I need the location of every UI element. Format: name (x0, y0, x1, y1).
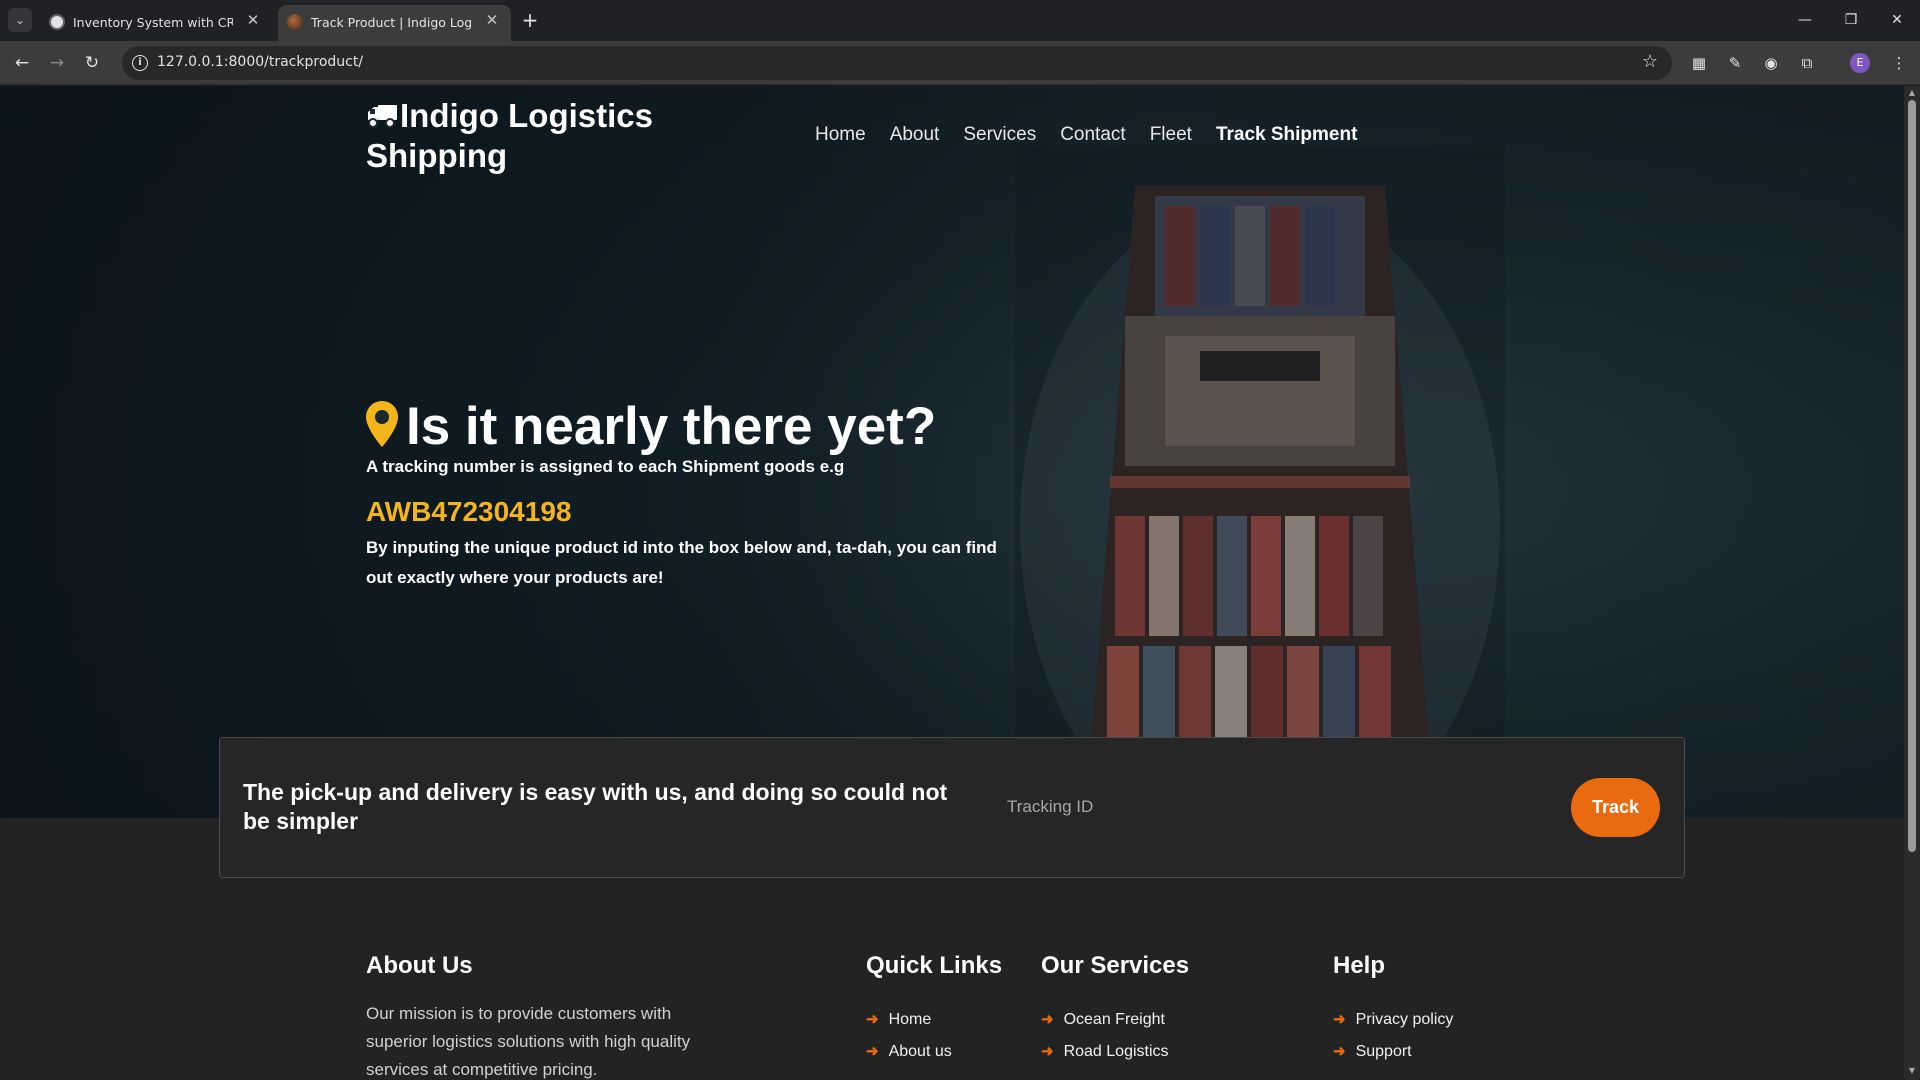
hero-instructions: By inputing the unique product id into t… (366, 538, 997, 587)
new-tab-button[interactable]: + (520, 6, 540, 34)
footer-link-label: About us (888, 1043, 952, 1060)
back-icon[interactable]: ← (8, 49, 36, 77)
profile-avatar[interactable]: E (1850, 53, 1870, 73)
browser-toolbar: ← → ↻ i 127.0.0.1:8000/trackproduct/ ☆ ▦… (0, 41, 1920, 85)
arrow-right-icon: ➜ (1041, 1043, 1054, 1060)
container-ship-image (1015, 146, 1505, 818)
reload-icon[interactable]: ↻ (78, 49, 106, 77)
tab-inventory[interactable]: Inventory System with CRUD ✕ (40, 5, 272, 41)
footer-link-label: Road Logistics (1063, 1043, 1169, 1060)
nav-fleet[interactable]: Fleet (1150, 124, 1192, 146)
browser-tab-bar: ⌄ Inventory System with CRUD ✕ Track Pro… (0, 0, 1920, 41)
forward-icon[interactable]: → (43, 49, 71, 77)
site-info-icon[interactable]: i (132, 55, 148, 71)
footer-link-label: Home (888, 1011, 932, 1028)
address-bar[interactable]: i 127.0.0.1:8000/trackproduct/ ☆ (122, 46, 1672, 80)
footer-about-title: About Us (366, 952, 473, 979)
footer-link-about[interactable]: ➜ About us (866, 1042, 952, 1061)
footer-help-title: Help (1333, 952, 1386, 979)
footer-quick-links-title: Quick Links (866, 952, 1003, 979)
truck-icon (366, 98, 398, 128)
hero-headline: Is it nearly there yet? (366, 396, 936, 457)
headline-text: Is it nearly there yet? (406, 397, 937, 456)
scroll-up-icon[interactable]: ▲ (1907, 88, 1917, 98)
close-tab-icon[interactable]: ✕ (244, 11, 262, 29)
tracking-id-input[interactable] (970, 776, 1440, 838)
footer-link-privacy[interactable]: ➜ Privacy policy (1333, 1010, 1453, 1029)
tab-title: Inventory System with CRUD (73, 15, 233, 30)
tab-favicon-icon (49, 14, 65, 30)
tab-title: Track Product | Indigo Logistics (311, 15, 471, 30)
footer-link-ocean-freight[interactable]: ➜ Ocean Freight (1041, 1010, 1165, 1029)
hero-intro: A tracking number is assigned to each Sh… (366, 457, 845, 476)
footer-link-label: Ocean Freight (1063, 1011, 1165, 1028)
scroll-down-icon[interactable]: ▼ (1907, 1066, 1917, 1076)
nav-track-shipment[interactable]: Track Shipment (1216, 124, 1358, 146)
site-logo[interactable]: Indigo Logistics Shipping (366, 96, 686, 176)
nav-services[interactable]: Services (963, 124, 1036, 146)
main-nav: Home About Services Contact Fleet Track … (815, 124, 1357, 146)
scrollbar-thumb[interactable] (1908, 100, 1916, 852)
arrow-right-icon: ➜ (1333, 1043, 1346, 1060)
location-pin-icon (366, 399, 398, 447)
track-button[interactable]: Track (1571, 778, 1660, 837)
page-viewport: Indigo Logistics Shipping Home About Ser… (0, 86, 1904, 1080)
minimize-icon[interactable]: — (1782, 0, 1828, 41)
footer-about-text: Our mission is to provide customers with… (366, 1004, 691, 1079)
hero-section: Indigo Logistics Shipping Home About Ser… (0, 86, 1904, 818)
tab-track-product[interactable]: Track Product | Indigo Logistics ✕ (278, 5, 511, 41)
footer-link-support[interactable]: ➜ Support (1333, 1042, 1412, 1061)
example-tracking-id: AWB472304198 (366, 496, 572, 527)
browser-menu-icon[interactable]: ⋮ (1888, 52, 1910, 74)
extensions-puzzle-icon[interactable]: ⧉ (1796, 52, 1818, 74)
brand-name: Indigo Logistics Shipping (366, 97, 653, 174)
close-tab-icon[interactable]: ✕ (483, 11, 501, 29)
restore-icon[interactable]: ❐ (1828, 0, 1874, 41)
page-scrollbar[interactable]: ▲ ▼ (1904, 86, 1920, 1080)
extension-eyedropper-icon[interactable]: ✎ (1724, 52, 1746, 74)
close-window-icon[interactable]: ✕ (1874, 0, 1920, 41)
nav-about[interactable]: About (890, 124, 940, 146)
nav-home[interactable]: Home (815, 124, 866, 146)
extension-camera-icon[interactable]: ◉ (1760, 52, 1782, 74)
arrow-right-icon: ➜ (866, 1011, 879, 1028)
footer-link-home[interactable]: ➜ Home (866, 1010, 931, 1029)
footer-link-label: Support (1355, 1043, 1412, 1060)
arrow-right-icon: ➜ (1333, 1011, 1346, 1028)
nav-contact[interactable]: Contact (1060, 124, 1125, 146)
footer-services-title: Our Services (1041, 952, 1190, 979)
footer-link-road-logistics[interactable]: ➜ Road Logistics (1041, 1042, 1169, 1061)
arrow-right-icon: ➜ (866, 1043, 879, 1060)
extension-sheets-icon[interactable]: ▦ (1688, 52, 1710, 74)
tab-search-button[interactable]: ⌄ (8, 8, 32, 32)
footer-link-label: Privacy policy (1355, 1011, 1454, 1028)
tab-favicon-icon (287, 14, 303, 30)
arrow-right-icon: ➜ (1041, 1011, 1054, 1028)
bookmark-star-icon[interactable]: ☆ (1642, 51, 1658, 72)
tracking-message: The pick-up and delivery is easy with us… (243, 779, 948, 834)
tracking-card: The pick-up and delivery is easy with us… (219, 737, 1685, 878)
url-text[interactable]: 127.0.0.1:8000/trackproduct/ (157, 54, 363, 70)
